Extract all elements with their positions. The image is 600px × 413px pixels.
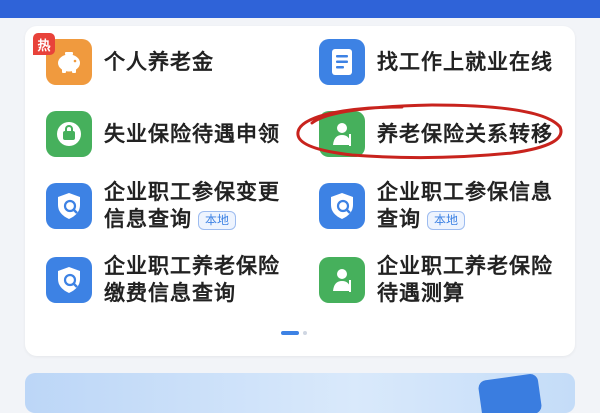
insurance-info-query-label: 企业职工参保信息 查询 本地 — [377, 179, 553, 233]
pagination-dot[interactable] — [303, 331, 307, 335]
insurance-change-query-line1: 企业职工参保变更 — [104, 180, 280, 204]
hot-badge: 热 — [33, 33, 55, 55]
insurance-info-query-line1: 企业职工参保信息 — [377, 180, 553, 204]
insurance-info-query-line2: 查询 本地 — [377, 206, 553, 233]
personal-pension-label: 个人养老金 — [104, 50, 214, 74]
pension-payment-query-line1: 企业职工养老保险 — [104, 254, 280, 278]
insurance-info-query-line2-text: 查询 — [377, 207, 421, 231]
service-pension-transfer[interactable]: 养老保险关系转移 — [319, 111, 553, 157]
bag-icon — [46, 111, 92, 157]
elderly-person-icon — [319, 111, 365, 157]
pension-benefit-calc-line1: 企业职工养老保险 — [377, 254, 553, 278]
local-tag: 本地 — [198, 210, 237, 230]
insurance-change-query-line2-text: 信息查询 — [104, 207, 192, 231]
elderly-person-icon — [319, 257, 365, 303]
promo-banner[interactable] — [25, 373, 575, 413]
service-unemployment-claim[interactable]: 失业保险待遇申领 — [46, 111, 280, 157]
services-card: 个人养老金 热 找工作上就业在线 失业保险待遇申领 养老保险关系转移 企业职工参… — [25, 26, 575, 356]
service-personal-pension[interactable]: 个人养老金 — [46, 39, 214, 85]
shield-search-icon — [46, 257, 92, 303]
job-search-label: 找工作上就业在线 — [377, 50, 553, 74]
service-insurance-info-query[interactable]: 企业职工参保信息 查询 本地 — [319, 179, 553, 233]
service-insurance-change-query[interactable]: 企业职工参保变更 信息查询 本地 — [46, 179, 280, 233]
shield-search-icon — [319, 183, 365, 229]
shield-search-icon — [46, 183, 92, 229]
pagination-dot-active[interactable] — [281, 331, 299, 335]
pension-payment-query-label: 企业职工养老保险 缴费信息查询 — [104, 253, 280, 307]
service-job-search[interactable]: 找工作上就业在线 — [319, 39, 553, 85]
unemployment-claim-label: 失业保险待遇申领 — [104, 122, 280, 146]
pension-benefit-calc-line2: 待遇测算 — [377, 281, 465, 305]
insurance-change-query-label: 企业职工参保变更 信息查询 本地 — [104, 179, 280, 233]
document-icon — [319, 39, 365, 85]
local-tag: 本地 — [427, 210, 466, 230]
insurance-change-query-line2: 信息查询 本地 — [104, 206, 280, 233]
pension-transfer-label: 养老保险关系转移 — [377, 122, 553, 146]
pension-benefit-calc-label: 企业职工养老保险 待遇测算 — [377, 253, 553, 307]
phone-illustration — [477, 373, 543, 413]
top-header-bar — [0, 0, 600, 18]
carousel-pagination — [281, 331, 307, 335]
service-pension-benefit-calc[interactable]: 企业职工养老保险 待遇测算 — [319, 253, 553, 307]
pension-payment-query-line2: 缴费信息查询 — [104, 281, 236, 305]
service-pension-payment-query[interactable]: 企业职工养老保险 缴费信息查询 — [46, 253, 280, 307]
